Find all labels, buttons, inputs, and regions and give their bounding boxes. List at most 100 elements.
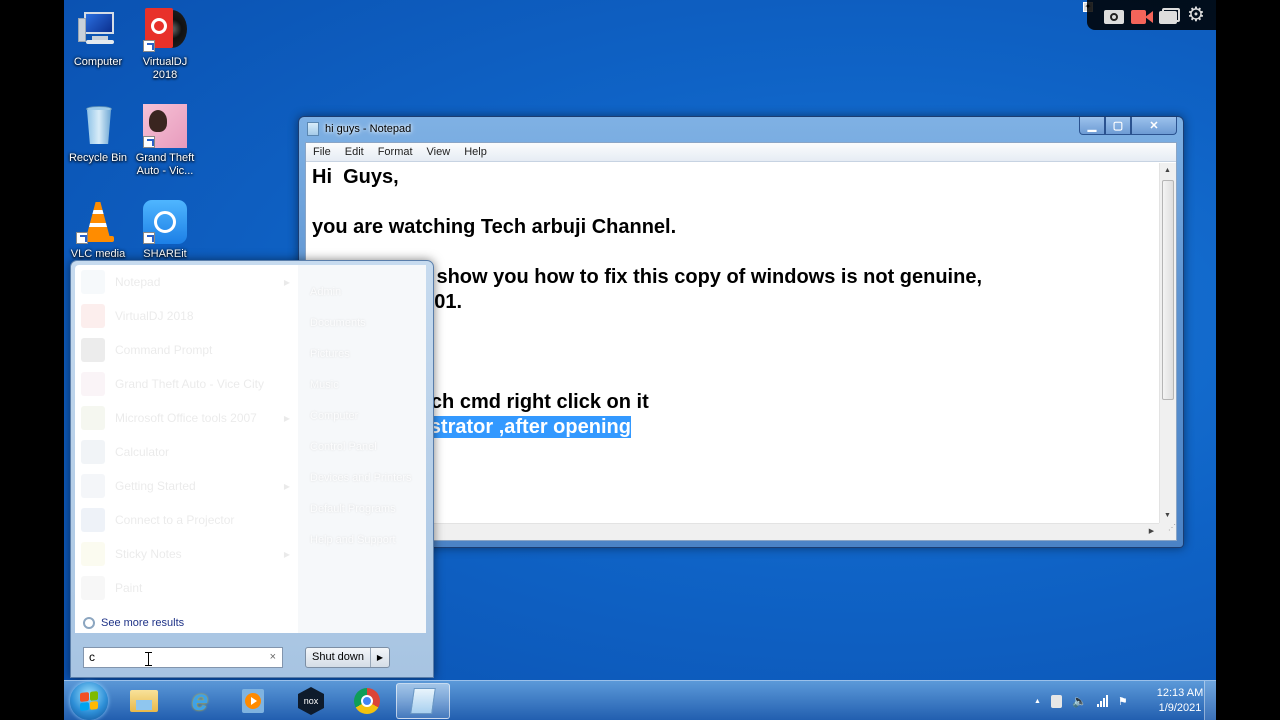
- recycle-bin-icon: [76, 104, 120, 148]
- windows-logo-icon: [80, 691, 98, 711]
- desktop-icon-label: Computer: [73, 56, 123, 68]
- gallery-icon[interactable]: [1159, 6, 1181, 24]
- menu-file[interactable]: File: [306, 146, 338, 158]
- program-label: Microsoft Office tools 2007: [115, 411, 257, 425]
- nox-icon: nox: [298, 687, 324, 715]
- office-tools-icon: [81, 406, 105, 430]
- notepad-titlebar[interactable]: hi guys - Notepad: [299, 117, 1183, 141]
- program-item[interactable]: Grand Theft Auto - Vice City: [75, 367, 298, 401]
- program-item[interactable]: VirtualDJ 2018: [75, 299, 298, 333]
- menu-format[interactable]: Format: [371, 146, 420, 158]
- taskbar-notepad[interactable]: [396, 683, 450, 719]
- place-item[interactable]: Control Panel: [298, 432, 426, 463]
- program-item[interactable]: Notepad ▶: [75, 265, 298, 299]
- notepad-icon: [81, 270, 105, 294]
- clock-time: 12:13 AM: [1156, 687, 1204, 699]
- settings-gear-icon[interactable]: ⚙: [1187, 5, 1209, 25]
- shutdown-options-arrow-icon[interactable]: ▶: [371, 648, 389, 667]
- program-item[interactable]: Microsoft Office tools 2007 ▶: [75, 401, 298, 435]
- ie-icon: e: [191, 684, 209, 717]
- minimize-icon: ▁: [1087, 120, 1097, 132]
- window-title: hi guys - Notepad: [325, 123, 412, 135]
- scroll-up-arrow-icon[interactable]: ▲: [1160, 163, 1175, 178]
- minimize-button[interactable]: ▁: [1079, 117, 1105, 135]
- scroll-right-arrow-icon[interactable]: ▶: [1144, 524, 1159, 539]
- computer-icon: [76, 8, 120, 52]
- taskbar: e nox ▲ 🔈 ⚑ 12:13 AM 1/9/2021: [64, 680, 1216, 720]
- see-more-label: See more results: [101, 617, 185, 629]
- desktop-icon-computer[interactable]: Computer: [64, 8, 132, 69]
- virtualdj-icon: [143, 8, 187, 52]
- taskbar-explorer[interactable]: [117, 683, 171, 719]
- vlc-icon: [76, 200, 120, 244]
- clock[interactable]: 12:13 AM 1/9/2021: [1154, 686, 1206, 716]
- taskbar-nox[interactable]: nox: [284, 683, 338, 719]
- desktop-icon-label: Grand Theft Auto - Vic...: [135, 152, 195, 177]
- start-menu-places: Admin Documents Pictures Music Computer …: [298, 265, 426, 633]
- volume-icon[interactable]: 🔈: [1072, 694, 1087, 708]
- program-item[interactable]: Calculator: [75, 435, 298, 469]
- system-tray: ▲ 🔈 ⚑: [1034, 681, 1128, 720]
- clock-date: 1/9/2021: [1158, 702, 1202, 714]
- place-item[interactable]: Documents: [298, 308, 426, 339]
- desktop-icon-recycle-bin[interactable]: Recycle Bin: [64, 104, 132, 165]
- submenu-arrow-icon: ▶: [283, 277, 290, 287]
- resize-grip-icon[interactable]: ⋰: [1159, 523, 1176, 540]
- text-line: [312, 340, 1153, 365]
- place-item[interactable]: Computer: [298, 401, 426, 432]
- place-item[interactable]: Devices and Printers: [298, 463, 426, 494]
- program-item[interactable]: Getting Started ▶: [75, 469, 298, 503]
- start-button[interactable]: [70, 682, 108, 720]
- projector-icon: [81, 508, 105, 532]
- desktop-icon-gta[interactable]: Grand Theft Auto - Vic...: [131, 104, 199, 178]
- taskbar-internet-explorer[interactable]: e: [173, 683, 227, 719]
- place-item[interactable]: Admin: [298, 277, 426, 308]
- program-item[interactable]: Sticky Notes ▶: [75, 537, 298, 571]
- vertical-scrollbar[interactable]: ▲ ▼: [1159, 163, 1176, 523]
- scroll-down-arrow-icon[interactable]: ▼: [1160, 508, 1175, 523]
- program-item[interactable]: Paint: [75, 571, 298, 605]
- action-center-flag-icon[interactable]: ⚑: [1118, 695, 1128, 708]
- maximize-button[interactable]: ▢: [1105, 117, 1131, 135]
- taskbar-media-player[interactable]: [226, 683, 280, 719]
- desktop-icon-vlc[interactable]: VLC media: [64, 200, 132, 261]
- power-icon[interactable]: [1050, 694, 1062, 708]
- text-line: to show you how to fix this copy of wind…: [312, 266, 983, 288]
- menu-edit[interactable]: Edit: [338, 146, 371, 158]
- menu-view[interactable]: View: [420, 146, 458, 158]
- program-item[interactable]: Command Prompt: [75, 333, 298, 367]
- gta-icon: [143, 104, 187, 148]
- text-line: [312, 240, 1153, 265]
- shutdown-button[interactable]: Shut down: [306, 648, 371, 667]
- place-item[interactable]: Pictures: [298, 339, 426, 370]
- clear-search-icon[interactable]: ×: [270, 648, 276, 667]
- close-icon: ✕: [1149, 120, 1159, 132]
- place-item[interactable]: Music: [298, 370, 426, 401]
- start-search-input[interactable]: c ×: [83, 647, 283, 668]
- submenu-arrow-icon: ▶: [283, 413, 290, 423]
- taskbar-chrome[interactable]: [340, 683, 394, 719]
- show-hidden-icons-button[interactable]: ▲: [1034, 698, 1041, 705]
- submenu-arrow-icon: ▶: [283, 481, 290, 491]
- close-button[interactable]: ✕: [1131, 117, 1177, 135]
- place-item[interactable]: Help and Support: [298, 525, 426, 556]
- network-signal-icon[interactable]: [1096, 695, 1108, 707]
- paint-icon: [81, 576, 105, 600]
- calculator-icon: [81, 440, 105, 464]
- search-value: c: [89, 650, 95, 664]
- chrome-icon: [354, 688, 380, 714]
- getting-started-icon: [81, 474, 105, 498]
- media-player-icon: [242, 689, 264, 713]
- show-desktop-button[interactable]: [1204, 681, 1216, 720]
- program-item[interactable]: Connect to a Projector: [75, 503, 298, 537]
- place-item[interactable]: Default Programs: [298, 494, 426, 525]
- text-line: [312, 190, 1153, 215]
- record-video-icon[interactable]: [1131, 6, 1153, 24]
- desktop-icon-virtualdj[interactable]: VirtualDJ 2018: [131, 8, 199, 82]
- menu-help[interactable]: Help: [457, 146, 494, 158]
- program-label: Getting Started: [115, 479, 196, 493]
- see-more-results-link[interactable]: See more results: [83, 617, 184, 629]
- camera-icon[interactable]: [1103, 6, 1125, 24]
- scroll-thumb[interactable]: [1162, 180, 1174, 400]
- desktop-icon-shareit[interactable]: SHAREit: [131, 200, 199, 261]
